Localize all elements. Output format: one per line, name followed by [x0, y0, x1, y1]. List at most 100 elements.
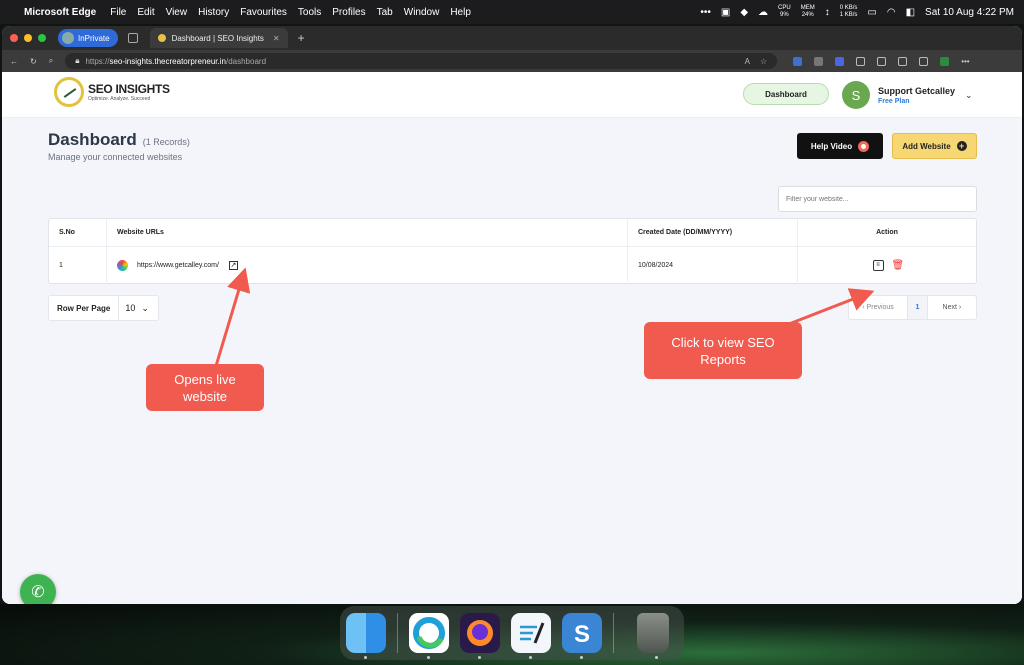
pagination: ‹ Previous 1 Next › — [848, 295, 977, 320]
plus-circle-icon: + — [956, 141, 967, 151]
dock-separator — [397, 613, 398, 653]
menu-edit[interactable]: Edit — [137, 7, 154, 18]
wifi-icon[interactable]: ◠ — [887, 7, 896, 18]
svg-text:S: S — [574, 621, 590, 648]
menu-tools[interactable]: Tools — [298, 7, 321, 18]
external-link-icon[interactable]: ↗ — [228, 261, 238, 270]
new-tab-icon[interactable]: + — [298, 31, 305, 45]
favourite-star-icon[interactable]: ☆ — [760, 57, 767, 66]
record-count: (1 Records) — [142, 137, 190, 147]
filter-website-input[interactable] — [778, 186, 977, 212]
tab-actions-icon[interactable] — [127, 33, 138, 43]
chevron-right-icon: › — [956, 304, 962, 311]
copilot-icon[interactable] — [940, 56, 950, 66]
mem-monitor[interactable]: MEM 24% — [801, 5, 815, 19]
address-bar: ← ↻ ⌕ 🔒︎ https://seo-insights.thecreator… — [2, 50, 1022, 72]
whatsapp-chat-button[interactable]: ✆ — [20, 574, 56, 604]
extension-2-icon[interactable] — [814, 56, 824, 66]
callout-opens-live-website: Opens live website — [146, 364, 264, 411]
close-tab-icon[interactable]: ✕ — [273, 34, 280, 43]
col-action: Action — [876, 229, 898, 236]
chevron-down-icon[interactable]: ⌄ — [965, 90, 973, 101]
menu-file[interactable]: File — [110, 7, 126, 18]
user-menu[interactable]: S Support Getcalley Free Plan ⌄ — [842, 81, 973, 109]
delete-trash-icon[interactable]: 🗑︎ — [892, 260, 905, 271]
battery-icon[interactable]: ▭ — [867, 7, 876, 18]
inprivate-badge[interactable]: InPrivate — [58, 29, 118, 47]
dashboard-main: Dashboard (1 Records) Manage your connect… — [2, 118, 1022, 604]
read-aloud-icon[interactable]: A — [745, 57, 750, 66]
extension-1-icon[interactable] — [793, 56, 803, 66]
updown-arrow-icon: ↕ — [824, 6, 830, 18]
finder-icon[interactable] — [346, 613, 386, 659]
trash-icon[interactable] — [637, 613, 669, 659]
control-center-icon[interactable]: ◧ — [906, 7, 915, 18]
seo-insights-logo[interactable]: SEO INSIGHTS Optimize. Analyze. Succeed — [54, 77, 170, 107]
minimize-window-button[interactable] — [24, 34, 32, 42]
search-icon[interactable]: ⌕ — [49, 56, 53, 66]
rows-per-page: Row Per Page 10 ⌄ — [48, 295, 159, 321]
previous-page-button[interactable]: ‹ Previous — [849, 296, 909, 319]
window-controls — [10, 34, 46, 42]
menu-favourites[interactable]: Favourites — [240, 7, 287, 18]
snagit-icon[interactable]: S — [562, 613, 602, 659]
collections-icon[interactable] — [898, 56, 908, 66]
edge-icon[interactable] — [409, 613, 449, 659]
arrow-to-live-link — [214, 267, 251, 367]
cpu-monitor[interactable]: CPU 9% — [778, 5, 791, 19]
magnifier-chart-icon — [54, 77, 84, 107]
url-field[interactable]: 🔒︎ https://seo-insights.thecreatorpreneu… — [65, 53, 778, 69]
help-video-button[interactable]: Help Video — [797, 133, 883, 159]
add-website-button[interactable]: Add Website + — [892, 133, 977, 159]
network-monitor[interactable]: 0 KB/s 1 KB/s — [840, 5, 858, 19]
avatar: S — [842, 81, 870, 109]
row-url: https://www.getcalley.com/ — [137, 262, 219, 269]
rows-per-page-select[interactable]: 10 ⌄ — [119, 303, 155, 314]
extensions-icon[interactable] — [856, 56, 866, 66]
close-window-button[interactable] — [10, 34, 18, 42]
extensions-toolbar: ••• — [793, 56, 970, 66]
menu-window[interactable]: Window — [404, 7, 440, 18]
col-created-date: Created Date (DD/MM/YYYY) — [628, 219, 798, 246]
col-sno: S.No — [49, 219, 107, 246]
scribe-icon[interactable] — [511, 613, 551, 659]
menu-tab[interactable]: Tab — [377, 7, 393, 18]
row-created-date: 10/08/2024 — [628, 247, 798, 284]
firefox-icon[interactable] — [460, 613, 500, 659]
dropbox-icon[interactable]: ◆ — [740, 7, 748, 18]
refresh-icon[interactable]: ↻ — [30, 57, 37, 66]
more-icon[interactable]: ••• — [700, 7, 711, 18]
table-header-row: S.No Website URLs Created Date (DD/MM/YY… — [49, 219, 976, 247]
dashboard-button[interactable]: Dashboard — [743, 83, 829, 105]
browser-essentials-icon[interactable] — [919, 56, 929, 66]
next-page-button[interactable]: Next › — [928, 296, 976, 319]
menu-help[interactable]: Help — [450, 7, 471, 18]
view-report-icon[interactable]: ≡ — [872, 260, 884, 271]
menu-profiles[interactable]: Profiles — [332, 7, 365, 18]
seo-insights-favicon-icon — [157, 34, 166, 42]
zoom-window-button[interactable] — [38, 34, 46, 42]
website-favicon-icon — [117, 260, 128, 271]
extension-3-icon[interactable] — [835, 56, 845, 66]
table-row: 1 https://www.getcalley.com/ ↗ 10/08/202… — [49, 247, 976, 284]
menu-view[interactable]: View — [166, 7, 188, 18]
page-number-button[interactable]: 1 — [908, 296, 928, 319]
chevron-down-icon: ⌄ — [141, 302, 149, 313]
macos-menubar: Microsoft Edge File Edit View History Fa… — [0, 0, 1024, 24]
macos-dock: S — [340, 606, 684, 660]
whatsapp-icon: ✆ — [31, 584, 45, 601]
back-icon[interactable]: ← — [10, 57, 18, 66]
websites-table: S.No Website URLs Created Date (DD/MM/YY… — [48, 218, 977, 284]
tab-dashboard[interactable]: Dashboard | SEO Insights ✕ — [149, 28, 288, 48]
menubar-app-name[interactable]: Microsoft Edge — [24, 7, 96, 18]
favourites-icon[interactable] — [877, 56, 887, 66]
tab-bar: InPrivate Dashboard | SEO Insights ✕ + — [2, 26, 1022, 50]
cloud-icon[interactable]: ☁ — [758, 7, 768, 18]
menu-history[interactable]: History — [198, 7, 229, 18]
dock-separator — [613, 613, 614, 653]
page-subtitle: Manage your connected websites — [48, 152, 183, 162]
menubar-datetime[interactable]: Sat 10 Aug 4:22 PM — [925, 7, 1014, 18]
row-url-cell: https://www.getcalley.com/ ↗ — [107, 247, 628, 284]
calendar-icon[interactable]: ▣ — [721, 7, 730, 18]
settings-more-icon[interactable]: ••• — [961, 57, 969, 66]
